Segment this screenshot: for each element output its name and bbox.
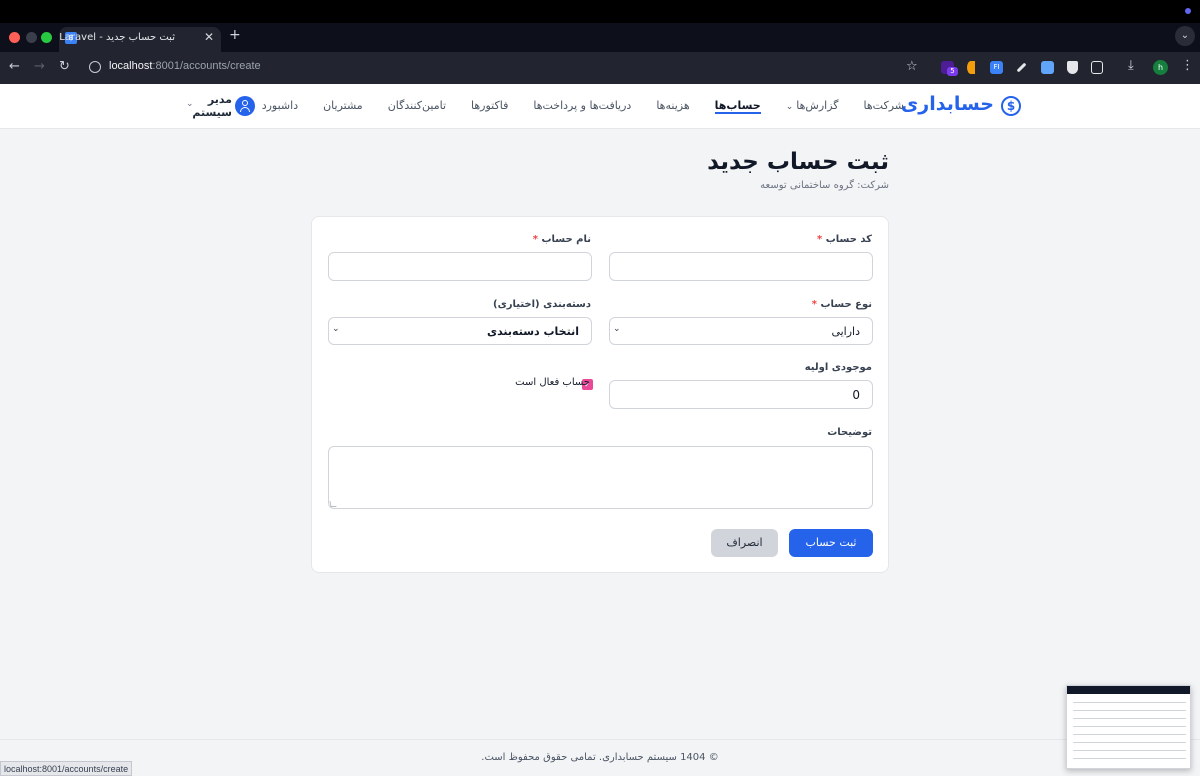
account-name-label-text: نام حساب	[541, 234, 591, 245]
required-mark: *	[532, 234, 538, 245]
submit-account-button[interactable]: ثبت حساب	[789, 529, 873, 557]
initial-balance-value: 0	[852, 388, 860, 402]
status-dot-icon	[1185, 8, 1191, 14]
account-code-label-text: کد حساب	[825, 234, 872, 245]
url-path: :8001/accounts/create	[152, 60, 261, 72]
notes-textarea[interactable]	[328, 446, 873, 509]
account-form-card: کد حساب * نام حساب * نوع حساب * دارایی ⌄…	[311, 216, 889, 573]
puzzle-extensions-icon[interactable]	[1091, 61, 1103, 74]
shield-extension-icon[interactable]	[1067, 61, 1078, 74]
footer-copyright: © 1404 سیستم حسابداری. تمامی حقوق محفوظ …	[481, 752, 719, 763]
nav-item-companies[interactable]: شرکت‌ها	[864, 84, 904, 128]
browser-tab-active[interactable]: $ ثبت حساب جدید - Laravel ✕	[59, 27, 221, 52]
account-type-label: نوع حساب *	[812, 299, 872, 310]
app-logo-text[interactable]: حسابداری	[901, 93, 994, 115]
pip-row	[1073, 710, 1186, 711]
page-title: ثبت حساب جدید	[707, 149, 889, 175]
user-avatar-icon[interactable]	[235, 96, 255, 116]
nav-item-accounts[interactable]: حساب‌ها	[714, 84, 761, 128]
page-subtitle: شرکت: گروه ساختمانی توسعه	[760, 180, 889, 191]
browser-toolbar: ← → ↻ localhost:8001/accounts/create ☆ 5…	[0, 52, 1200, 84]
pen-extension-icon[interactable]	[1016, 62, 1027, 73]
site-info-icon[interactable]	[89, 61, 101, 73]
category-value: انتخاب دسته‌بندی	[486, 325, 579, 338]
chevron-down-icon: ⌄	[613, 324, 621, 334]
pip-row	[1073, 742, 1186, 743]
new-tab-icon[interactable]: +	[229, 28, 241, 42]
extension-icon[interactable]: FI	[990, 61, 1003, 74]
account-type-label-text: نوع حساب	[820, 299, 872, 310]
picture-in-picture-thumbnail[interactable]	[1066, 685, 1191, 769]
tab-search-chevron-icon[interactable]: ⌄	[1175, 26, 1195, 46]
cancel-button[interactable]: انصراف	[711, 529, 778, 557]
active-checkbox-label[interactable]: حساب فعال است	[515, 377, 590, 388]
nav-item-expenses[interactable]: هزینه‌ها	[656, 84, 689, 128]
pip-row	[1073, 734, 1186, 735]
account-name-input[interactable]	[328, 252, 592, 281]
main-nav: داشبورد مشتریان تامین‌کنندگان فاکتورها د…	[262, 84, 904, 128]
window-maximize-button[interactable]	[41, 32, 52, 43]
browser-tabstrip: $ ثبت حساب جدید - Laravel ✕ + ⌄	[0, 23, 1200, 52]
dollar-logo-icon: $	[1001, 96, 1021, 116]
status-bar-url: localhost:8001/accounts/create	[0, 761, 133, 776]
nav-item-invoices[interactable]: فاکتورها	[471, 84, 508, 128]
category-select[interactable]: انتخاب دسته‌بندی ⌄	[328, 317, 592, 345]
address-bar[interactable]: localhost:8001/accounts/create	[109, 60, 261, 72]
profile-avatar[interactable]: h	[1153, 60, 1168, 75]
back-arrow-icon[interactable]: ←	[9, 59, 20, 75]
camera-extension-icon[interactable]	[1041, 61, 1054, 74]
window-close-button[interactable]	[9, 32, 20, 43]
account-name-label: نام حساب *	[533, 234, 591, 245]
resize-grip-icon[interactable]	[329, 501, 337, 507]
user-name[interactable]: مدیر سیستم	[192, 93, 232, 119]
extension-icon[interactable]	[967, 61, 975, 74]
required-mark: *	[817, 234, 823, 245]
os-menu-bar	[0, 0, 1200, 23]
account-code-input[interactable]	[609, 252, 873, 281]
nav-item-customers[interactable]: مشتریان	[323, 84, 363, 128]
pip-row	[1073, 726, 1186, 727]
nav-item-receipts-payments[interactable]: دریافت‌ها و پرداخت‌ها	[533, 84, 631, 128]
account-code-label: کد حساب *	[817, 234, 872, 245]
pip-row	[1073, 750, 1186, 751]
nav-item-suppliers[interactable]: تامین‌کنندگان	[388, 84, 446, 128]
user-menu-chevron-icon[interactable]: ⌄	[186, 99, 194, 109]
forward-arrow-icon[interactable]: →	[34, 59, 45, 75]
notes-label: توضیحات	[827, 427, 872, 438]
account-type-value: دارایی	[831, 325, 860, 338]
reload-icon[interactable]: ↻	[59, 59, 70, 75]
extension-badge: 5	[947, 67, 958, 76]
account-type-select[interactable]: دارایی ⌄	[609, 317, 873, 345]
tab-title: ثبت حساب جدید - Laravel	[59, 32, 175, 43]
nav-item-reports-label: گزارش‌ها	[796, 99, 839, 112]
required-mark: *	[811, 299, 817, 310]
browser-menu-icon[interactable]: ⋮	[1181, 58, 1194, 73]
window-minimize-button[interactable]	[26, 32, 37, 43]
nav-item-dashboard[interactable]: داشبورد	[262, 84, 298, 128]
pip-row	[1073, 758, 1186, 759]
category-label: دسته‌بندی (اختیاری)	[493, 299, 591, 310]
pip-header	[1067, 686, 1190, 694]
download-icon[interactable]: ⤓	[1128, 58, 1134, 73]
nav-item-reports[interactable]: گزارش‌ها⌄	[786, 84, 839, 128]
chevron-down-icon: ⌄	[785, 102, 794, 112]
chevron-down-icon: ⌄	[332, 324, 340, 334]
page-footer: © 1404 سیستم حسابداری. تمامی حقوق محفوظ …	[0, 739, 1200, 776]
initial-balance-label: موجودی اولیه	[804, 362, 872, 373]
url-host: localhost	[109, 60, 153, 72]
bookmark-star-icon[interactable]: ☆	[906, 59, 918, 74]
tab-close-icon[interactable]: ✕	[204, 30, 214, 44]
pip-row	[1073, 718, 1186, 719]
initial-balance-input[interactable]: 0	[609, 380, 873, 409]
app-header: $ حسابداری داشبورد مشتریان تامین‌کنندگان…	[0, 84, 1200, 129]
pip-row	[1073, 702, 1186, 703]
